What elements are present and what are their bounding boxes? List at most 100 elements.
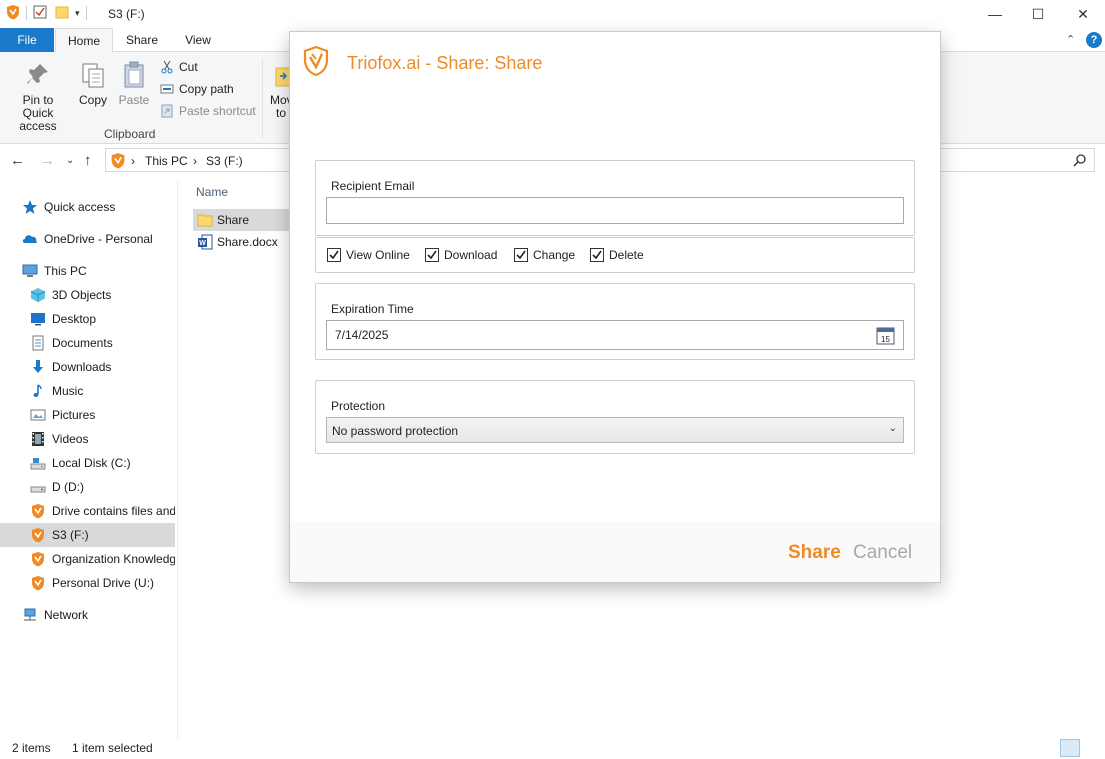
download-checkbox[interactable]: Download bbox=[425, 248, 497, 262]
nav-label: OneDrive - Personal bbox=[44, 232, 153, 246]
window-titlebar: ▾ S3 (F:) — ☐ ✕ bbox=[0, 0, 1105, 28]
breadcrumb-s3[interactable]: S3 (F:) bbox=[206, 154, 243, 168]
tab-share[interactable]: Share bbox=[116, 28, 168, 52]
file-row-share-docx[interactable]: W Share.docx bbox=[193, 231, 293, 253]
change-label: Change bbox=[533, 248, 576, 262]
recent-locations-chevron-icon[interactable]: ⌄ bbox=[66, 155, 74, 166]
chevron-down-icon: ⌄ bbox=[888, 423, 897, 434]
permissions-panel: View Online Download Change Delete bbox=[315, 237, 915, 273]
nav-label: Quick access bbox=[44, 200, 116, 214]
checkbox-checked-icon bbox=[327, 248, 341, 262]
large-icons-view-icon[interactable] bbox=[1082, 739, 1102, 757]
nav-label: Pictures bbox=[52, 408, 96, 422]
expiration-date-picker[interactable]: 7/14/2025 15 bbox=[326, 320, 904, 350]
collapse-ribbon-icon[interactable]: ⌃ bbox=[1066, 33, 1075, 46]
cut-button[interactable]: Cut bbox=[160, 57, 198, 77]
paste-button[interactable]: Paste bbox=[116, 60, 152, 107]
nav-label: Music bbox=[52, 384, 84, 398]
network-icon bbox=[22, 607, 38, 623]
nav-item-s3-drive[interactable]: S3 (F:) bbox=[0, 523, 175, 547]
maximize-icon: ☐ bbox=[1031, 5, 1045, 22]
triofox-drive-icon bbox=[110, 152, 126, 172]
checkbox-checked-icon bbox=[514, 248, 528, 262]
drive-icon bbox=[30, 479, 46, 495]
move-to-button[interactable]: Mov to bbox=[270, 60, 290, 120]
back-arrow-icon[interactable]: ← bbox=[10, 152, 25, 169]
nav-item-network[interactable]: Network bbox=[0, 603, 175, 627]
nav-item-personal-drive[interactable]: Personal Drive (U:) bbox=[0, 571, 175, 595]
svg-text:W: W bbox=[199, 240, 206, 247]
nav-label: Drive contains files and bbox=[52, 504, 175, 518]
minimize-button[interactable]: — bbox=[972, 0, 1018, 28]
protection-dropdown[interactable]: No password protection ⌄ bbox=[326, 417, 904, 443]
forward-arrow-icon[interactable]: → bbox=[40, 152, 55, 169]
new-folder-icon[interactable] bbox=[55, 5, 69, 22]
copy-path-icon bbox=[160, 82, 174, 96]
file-name: Share bbox=[217, 213, 250, 227]
file-row-share-folder[interactable]: Share bbox=[193, 209, 293, 231]
delete-label: Delete bbox=[609, 248, 644, 262]
cancel-button[interactable]: Cancel bbox=[853, 542, 912, 564]
nav-item-quick-access[interactable]: Quick access bbox=[0, 195, 175, 219]
status-item-count: 2 items bbox=[12, 741, 51, 755]
share-button[interactable]: Share bbox=[788, 542, 841, 564]
minimize-icon: — bbox=[988, 6, 1002, 22]
nav-item-drive-contains-files[interactable]: Drive contains files and bbox=[0, 499, 175, 523]
computer-icon bbox=[22, 263, 38, 279]
nav-item-local-disk-c[interactable]: Local Disk (C:) bbox=[0, 451, 175, 475]
nav-item-videos[interactable]: Videos bbox=[0, 427, 175, 451]
recipient-email-label: Recipient Email bbox=[331, 179, 415, 193]
nav-label: D (D:) bbox=[52, 480, 84, 494]
ribbon-separator bbox=[262, 58, 263, 138]
nav-label: Organization Knowledg bbox=[52, 552, 175, 566]
triofox-app-icon bbox=[6, 4, 20, 23]
pin-label-line2: access bbox=[19, 119, 57, 133]
nav-item-documents[interactable]: Documents bbox=[0, 331, 175, 355]
breadcrumb-this-pc[interactable]: This PC bbox=[145, 154, 188, 168]
customize-toolbar-icon[interactable]: ▾ bbox=[75, 8, 80, 19]
nav-label: Videos bbox=[52, 432, 89, 446]
up-arrow-icon[interactable]: ↑ bbox=[84, 152, 92, 169]
tab-file[interactable]: File bbox=[0, 28, 54, 52]
download-icon bbox=[30, 359, 46, 375]
calendar-icon[interactable]: 15 bbox=[876, 326, 895, 345]
nav-item-onedrive[interactable]: OneDrive - Personal bbox=[0, 227, 175, 251]
search-icon[interactable] bbox=[1073, 153, 1087, 170]
share-dialog: Triofox.ai - Share: Share Recipient Emai… bbox=[290, 32, 940, 582]
nav-label: This PC bbox=[44, 264, 87, 278]
cube-icon bbox=[30, 287, 46, 303]
nav-item-organization-knowledge[interactable]: Organization Knowledg bbox=[0, 547, 175, 571]
nav-item-d-drive[interactable]: D (D:) bbox=[0, 475, 175, 499]
nav-item-this-pc[interactable]: This PC bbox=[0, 259, 175, 283]
view-online-label: View Online bbox=[346, 248, 410, 262]
paste-label: Paste bbox=[118, 93, 150, 107]
recipient-email-input[interactable] bbox=[326, 197, 904, 224]
paste-shortcut-button[interactable]: Paste shortcut bbox=[160, 101, 256, 121]
copy-button[interactable]: Copy bbox=[76, 60, 110, 107]
nav-label: Personal Drive (U:) bbox=[52, 576, 155, 590]
desktop-icon bbox=[30, 311, 46, 327]
triofox-logo-icon bbox=[303, 45, 329, 77]
nav-item-music[interactable]: Music bbox=[0, 379, 175, 403]
dialog-title: Triofox.ai - Share: Share bbox=[347, 53, 543, 73]
help-icon[interactable]: ? bbox=[1086, 32, 1102, 48]
details-view-icon[interactable] bbox=[1060, 739, 1080, 757]
pin-to-quick-access-button[interactable]: Pin to Quick access bbox=[6, 60, 70, 133]
maximize-button[interactable]: ☐ bbox=[1015, 0, 1061, 28]
properties-icon[interactable] bbox=[33, 5, 47, 22]
copy-path-button[interactable]: Copy path bbox=[160, 79, 234, 99]
column-header-name[interactable]: Name bbox=[196, 185, 228, 199]
change-checkbox[interactable]: Change bbox=[514, 248, 575, 262]
folder-icon bbox=[197, 212, 213, 228]
nav-item-downloads[interactable]: Downloads bbox=[0, 355, 175, 379]
nav-item-3d-objects[interactable]: 3D Objects bbox=[0, 283, 175, 307]
tab-view[interactable]: View bbox=[173, 28, 223, 52]
delete-checkbox[interactable]: Delete bbox=[590, 248, 644, 262]
nav-item-desktop[interactable]: Desktop bbox=[0, 307, 175, 331]
nav-item-pictures[interactable]: Pictures bbox=[0, 403, 175, 427]
close-button[interactable]: ✕ bbox=[1060, 0, 1105, 28]
expiration-time-label: Expiration Time bbox=[331, 302, 414, 316]
tab-home[interactable]: Home bbox=[55, 28, 113, 53]
view-online-checkbox[interactable]: View Online bbox=[327, 248, 410, 262]
calendar-day-text: 15 bbox=[881, 335, 890, 344]
